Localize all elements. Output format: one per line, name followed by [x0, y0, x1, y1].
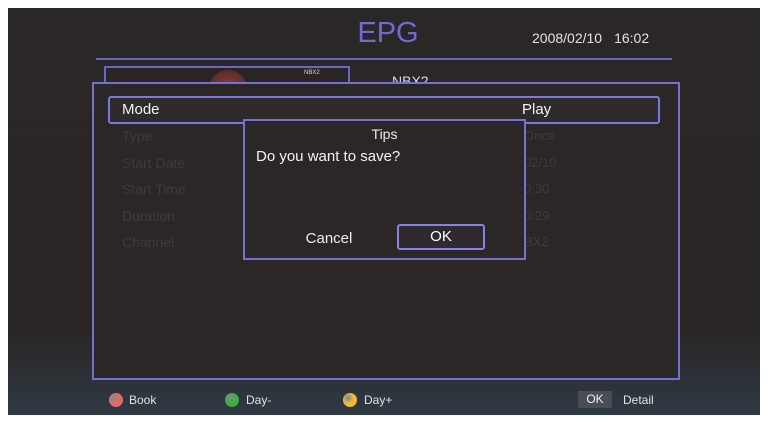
yellow-key-icon: [343, 393, 357, 407]
day-minus-hint[interactable]: Day-: [246, 393, 271, 407]
header-divider: [96, 58, 672, 60]
duration-label: Duration: [122, 208, 175, 224]
green-key-icon: [225, 393, 239, 407]
time: 16:02: [614, 30, 650, 46]
start-time-value[interactable]: 0:30: [524, 181, 549, 196]
red-key-icon: [109, 393, 123, 407]
detail-hint[interactable]: Detail: [623, 393, 654, 407]
start-date-label: Start Date: [122, 155, 186, 171]
dialog-title: Tips: [371, 126, 398, 142]
channel-logo-tag: NBX2: [304, 70, 320, 76]
channel-value[interactable]: BX2: [524, 234, 549, 249]
type-label: Type: [122, 128, 153, 144]
date: 2008/02/10: [532, 30, 603, 46]
type-value[interactable]: Once: [524, 128, 555, 143]
duration-value[interactable]: 0:29: [524, 208, 549, 223]
page-title: EPG: [357, 17, 419, 49]
cancel-button[interactable]: Cancel: [298, 229, 360, 249]
mode-value[interactable]: Play: [522, 101, 551, 118]
start-date-value[interactable]: 02/10: [524, 155, 557, 170]
channel-name: NBX2: [392, 73, 429, 82]
ok-key-badge: OK: [578, 391, 612, 408]
dialog-message: Do you want to save?: [256, 148, 401, 165]
day-plus-hint[interactable]: Day+: [364, 393, 392, 407]
mode-label: Mode: [122, 101, 160, 118]
channel-label: Channel: [122, 234, 175, 250]
ok-button[interactable]: OK: [397, 224, 485, 250]
book-hint[interactable]: Book: [129, 393, 156, 407]
start-time-label: Start Time: [122, 181, 186, 197]
date-time: 2008/02/10 16:02: [532, 30, 661, 46]
